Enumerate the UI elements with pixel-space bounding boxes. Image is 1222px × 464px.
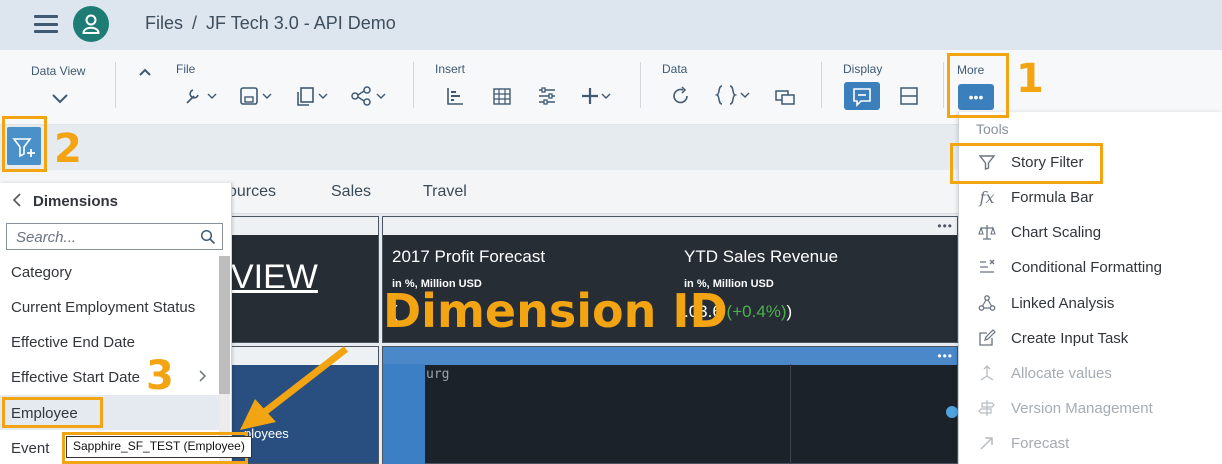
arrow-annotation — [240, 346, 349, 430]
dimension-id-tooltip: Sapphire_SF_TEST (Employee) — [66, 436, 252, 458]
